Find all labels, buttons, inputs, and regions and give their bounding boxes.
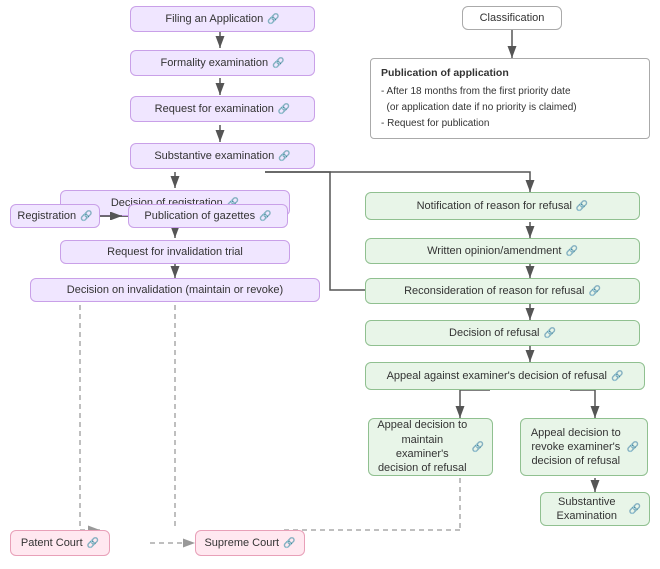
registration-node[interactable]: Registration 🔗: [10, 204, 100, 228]
reconsideration-link-icon[interactable]: 🔗: [588, 285, 600, 298]
publication-line1: - After 18 months from the first priorit…: [381, 84, 639, 100]
req-invalidation-node[interactable]: Request for invalidation trial: [60, 240, 290, 264]
formality-link-icon[interactable]: 🔗: [272, 57, 284, 70]
publication-line3: - Request for publication: [381, 116, 639, 132]
publication-line2: (or application date if no priority is c…: [381, 100, 639, 116]
publication-title: Publication of application: [381, 65, 639, 82]
appeal-against-link-icon[interactable]: 🔗: [611, 370, 623, 383]
appeal-revoke-node[interactable]: Appeal decision to revoke examiner's dec…: [520, 418, 648, 476]
request-exam-link-icon[interactable]: 🔗: [278, 103, 290, 116]
notif-refusal-node[interactable]: Notification of reason for refusal 🔗: [365, 192, 640, 220]
pub-gazettes-node[interactable]: Publication of gazettes 🔗: [128, 204, 288, 228]
appeal-against-node[interactable]: Appeal against examiner's decision of re…: [365, 362, 645, 390]
formality-node[interactable]: Formality examination 🔗: [130, 50, 315, 76]
appeal-maintain-link-icon[interactable]: 🔗: [472, 441, 484, 454]
appeal-maintain-node[interactable]: Appeal decision to maintain examiner's d…: [368, 418, 493, 476]
supreme-court-node[interactable]: Supreme Court 🔗: [195, 530, 305, 556]
decision-refusal-link-icon[interactable]: 🔗: [544, 327, 556, 340]
supreme-court-link-icon[interactable]: 🔗: [283, 537, 295, 550]
request-exam-node[interactable]: Request for examination 🔗: [130, 96, 315, 122]
reg-to-pubgaz-arrow: [100, 212, 130, 220]
decision-refusal-node[interactable]: Decision of refusal 🔗: [365, 320, 640, 346]
substantive-exam-node[interactable]: Substantive examination 🔗: [130, 143, 315, 169]
substantive-exam-link-icon[interactable]: 🔗: [278, 150, 290, 163]
filing-node[interactable]: Filing an Application 🔗: [130, 6, 315, 32]
registration-link-icon[interactable]: 🔗: [80, 210, 92, 223]
appeal-revoke-link-icon[interactable]: 🔗: [627, 441, 639, 454]
patent-court-link-icon[interactable]: 🔗: [87, 537, 99, 550]
substantive-exam2-node[interactable]: Substantive Examination 🔗: [540, 492, 650, 526]
classification-node: Classification: [462, 6, 562, 30]
notif-refusal-link-icon[interactable]: 🔗: [576, 200, 588, 213]
written-opinion-node[interactable]: Written opinion/amendment 🔗: [365, 238, 640, 264]
filing-link-icon[interactable]: 🔗: [267, 13, 279, 26]
written-opinion-link-icon[interactable]: 🔗: [565, 245, 577, 258]
flowchart: Classification Publication of applicatio…: [0, 0, 660, 569]
reconsideration-node[interactable]: Reconsideration of reason for refusal 🔗: [365, 278, 640, 304]
patent-court-node[interactable]: Patent Court 🔗: [10, 530, 110, 556]
decision-invalid-node[interactable]: Decision on invalidation (maintain or re…: [30, 278, 320, 302]
publication-box: Publication of application - After 18 mo…: [370, 58, 650, 139]
substantive-exam2-link-icon[interactable]: 🔗: [629, 503, 641, 516]
pub-gazettes-link-icon[interactable]: 🔗: [259, 210, 271, 223]
